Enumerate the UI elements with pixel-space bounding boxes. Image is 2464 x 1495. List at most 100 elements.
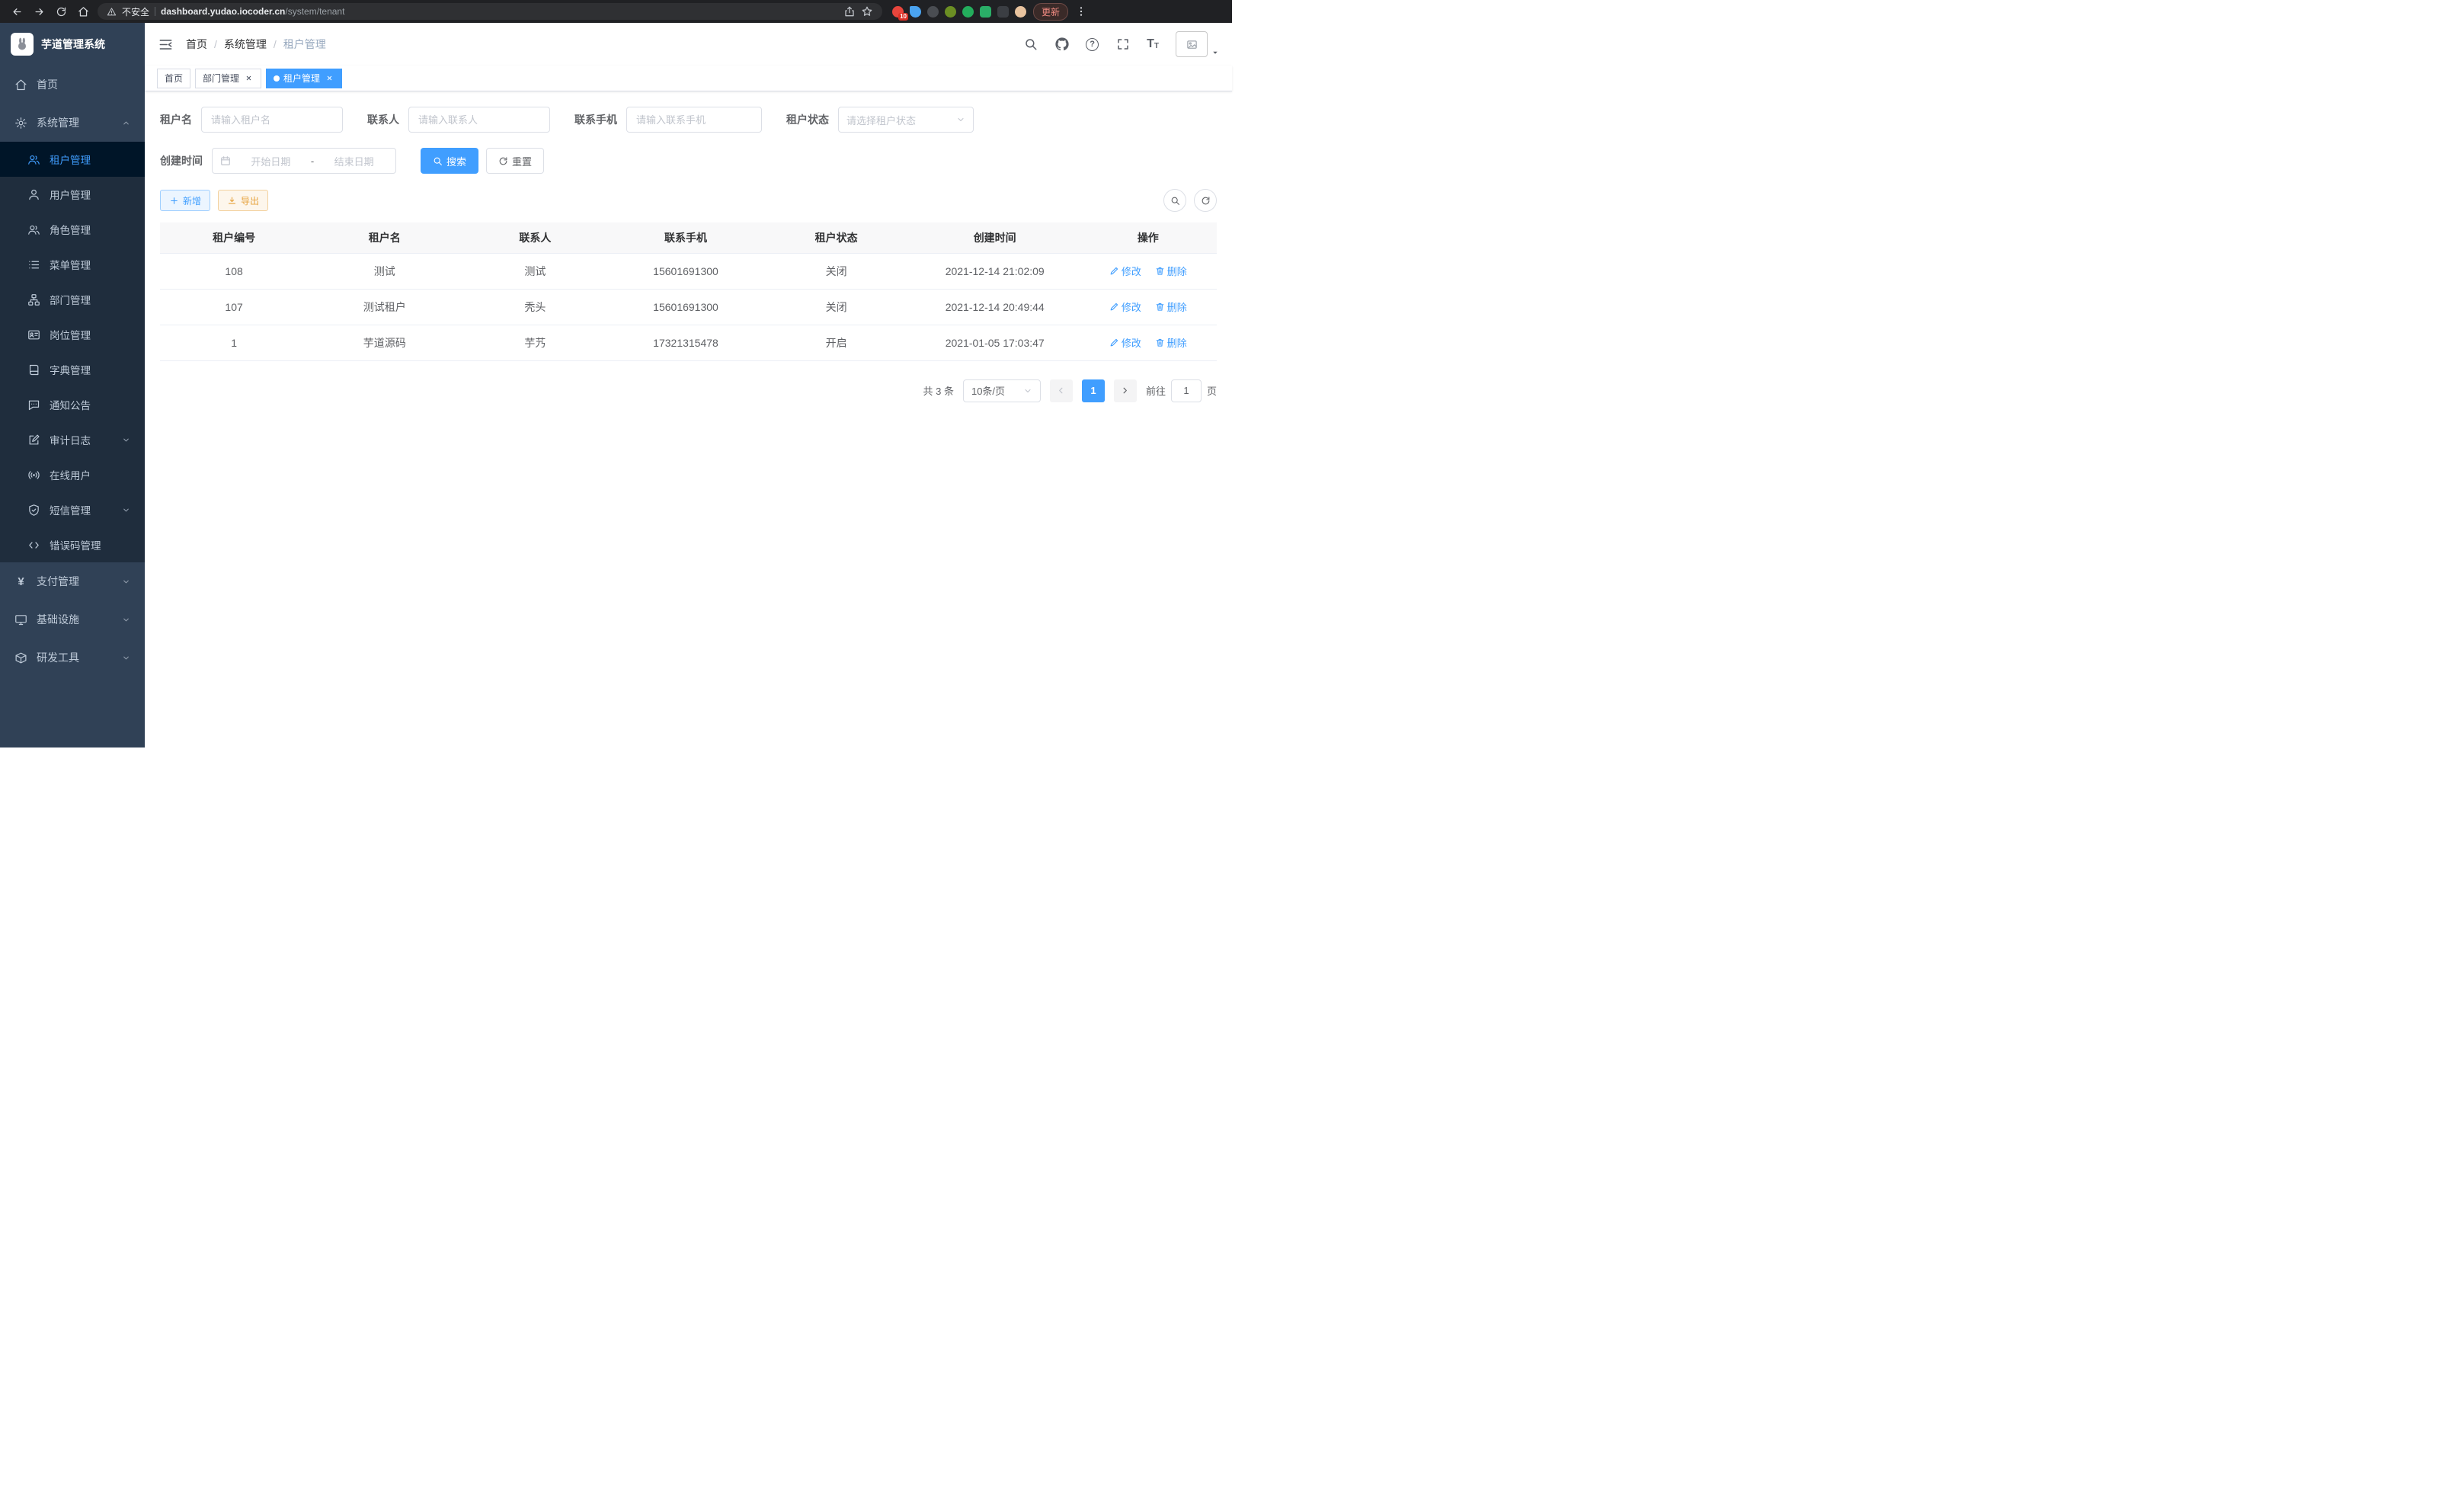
breadcrumb-current: 租户管理 bbox=[283, 37, 326, 52]
chrome-update-button[interactable]: 更新 bbox=[1033, 3, 1068, 21]
delete-link[interactable]: 删除 bbox=[1155, 299, 1187, 314]
page-number-1[interactable]: 1 bbox=[1082, 379, 1105, 402]
sidebar-item-dept[interactable]: 部门管理 bbox=[0, 282, 145, 317]
font-size-icon[interactable]: TT bbox=[1147, 38, 1159, 50]
extension-icon-1[interactable]: 10 bbox=[892, 6, 904, 18]
calendar-icon bbox=[220, 155, 231, 166]
sidebar-item-auditlog[interactable]: 审计日志 bbox=[0, 422, 145, 457]
extensions-cluster: 10 bbox=[892, 6, 1026, 18]
menu-fold-icon bbox=[158, 37, 173, 52]
delete-link[interactable]: 删除 bbox=[1155, 335, 1187, 350]
prev-page-button[interactable] bbox=[1050, 379, 1073, 402]
tenant-name-input[interactable] bbox=[201, 107, 343, 133]
github-icon[interactable] bbox=[1054, 37, 1069, 52]
code-icon bbox=[27, 539, 40, 552]
add-button[interactable]: 新增 bbox=[160, 190, 210, 211]
sidebar-item-system[interactable]: 系统管理 bbox=[0, 104, 145, 142]
profile-avatar-icon[interactable] bbox=[1015, 6, 1026, 18]
extension-icon-6[interactable] bbox=[980, 6, 991, 18]
sidebar-toggle-button[interactable] bbox=[157, 36, 174, 53]
sidebar-item-errorcode[interactable]: 错误码管理 bbox=[0, 527, 145, 562]
contact-input[interactable] bbox=[408, 107, 550, 133]
extension-icon-4[interactable] bbox=[945, 6, 956, 18]
app-logo[interactable]: 芋道管理系统 bbox=[0, 23, 145, 66]
sidebar-item-tenant[interactable]: 租户管理 bbox=[0, 142, 145, 177]
edit-link[interactable]: 修改 bbox=[1109, 264, 1141, 278]
col-status: 租户状态 bbox=[763, 222, 910, 253]
browser-reload-icon[interactable] bbox=[53, 4, 69, 19]
status-text: 关闭 bbox=[763, 289, 910, 325]
col-name: 租户名 bbox=[308, 222, 461, 253]
active-dot bbox=[274, 75, 280, 82]
date-range-picker[interactable]: 开始日期 - 结束日期 bbox=[212, 148, 396, 174]
refresh-table-button[interactable] bbox=[1194, 189, 1217, 212]
search-icon bbox=[1170, 196, 1180, 206]
fullscreen-icon[interactable] bbox=[1115, 37, 1130, 52]
next-page-button[interactable] bbox=[1114, 379, 1137, 402]
browser-home-icon[interactable] bbox=[75, 4, 91, 19]
sidebar-item-devtool[interactable]: 研发工具 bbox=[0, 639, 145, 677]
breadcrumb-system[interactable]: 系统管理 bbox=[224, 37, 267, 52]
infra-monitor-icon bbox=[14, 613, 27, 626]
extension-puzzle-icon[interactable] bbox=[997, 6, 1009, 18]
edit-link[interactable]: 修改 bbox=[1109, 335, 1141, 350]
tag-tenant[interactable]: 租户管理 bbox=[266, 69, 342, 88]
sidebar-item-role[interactable]: 角色管理 bbox=[0, 212, 145, 247]
edit-link[interactable]: 修改 bbox=[1109, 299, 1141, 314]
user-avatar bbox=[1176, 31, 1208, 57]
sidebar-item-infra[interactable]: 基础设施 bbox=[0, 600, 145, 639]
gear-icon bbox=[14, 117, 27, 130]
sidebar-item-home[interactable]: 首页 bbox=[0, 66, 145, 104]
browser-forward-icon[interactable] bbox=[31, 4, 46, 19]
chevron-down-icon bbox=[122, 506, 130, 514]
toggle-search-button[interactable] bbox=[1163, 189, 1186, 212]
header-search-icon[interactable] bbox=[1023, 37, 1038, 52]
browser-back-icon[interactable] bbox=[9, 4, 24, 19]
sidebar-item-user[interactable]: 用户管理 bbox=[0, 177, 145, 212]
search-button[interactable]: 搜索 bbox=[421, 148, 478, 174]
breadcrumb-home[interactable]: 首页 bbox=[186, 37, 207, 52]
sidebar-item-dict[interactable]: 字典管理 bbox=[0, 352, 145, 387]
address-bar[interactable]: 不安全 dashboard.yudao.iocoder.cn/system/te… bbox=[98, 3, 882, 20]
filter-status: 租户状态 请选择租户状态 bbox=[786, 107, 974, 133]
sidebar-item-menu[interactable]: 菜单管理 bbox=[0, 247, 145, 282]
filter-contact: 联系人 bbox=[367, 107, 550, 133]
dept-tree-icon bbox=[27, 293, 40, 306]
extension-icon-5[interactable] bbox=[962, 6, 974, 18]
filter-tenant-name: 租户名 bbox=[160, 107, 343, 133]
page-size-select[interactable]: 10条/页 bbox=[963, 379, 1041, 402]
status-select[interactable]: 请选择租户状态 bbox=[838, 107, 974, 133]
sidebar-item-sms[interactable]: 短信管理 bbox=[0, 492, 145, 527]
phone-input[interactable] bbox=[626, 107, 762, 133]
help-question-icon[interactable]: ? bbox=[1086, 38, 1099, 51]
sidebar-item-post[interactable]: 岗位管理 bbox=[0, 317, 145, 352]
extension-icon-3[interactable] bbox=[927, 6, 939, 18]
user-menu[interactable] bbox=[1176, 31, 1220, 57]
tag-dept[interactable]: 部门管理 bbox=[195, 69, 261, 88]
share-icon[interactable] bbox=[843, 5, 856, 18]
sidebar-item-notice[interactable]: 通知公告 bbox=[0, 387, 145, 422]
browser-menu-icon[interactable] bbox=[1075, 5, 1087, 18]
export-button[interactable]: 导出 bbox=[218, 190, 268, 211]
sidebar-item-pay[interactable]: ¥ 支付管理 bbox=[0, 562, 145, 600]
search-icon bbox=[433, 156, 443, 166]
filter-row-2: 创建时间 开始日期 - 结束日期 搜索 重置 bbox=[160, 148, 1217, 174]
logo-image bbox=[11, 33, 34, 56]
main-area: 首页 / 系统管理 / 租户管理 ? TT 首页 bbox=[145, 23, 1232, 748]
goto-page-input[interactable] bbox=[1171, 379, 1202, 402]
extension-icon-2[interactable] bbox=[910, 6, 921, 18]
tag-home[interactable]: 首页 bbox=[157, 69, 190, 88]
delete-link[interactable]: 删除 bbox=[1155, 264, 1187, 278]
table-row: 1 芋道源码 芋艿 17321315478 开启 2021-01-05 17:0… bbox=[160, 325, 1217, 360]
sidebar-item-online[interactable]: 在线用户 bbox=[0, 457, 145, 492]
close-icon[interactable] bbox=[324, 73, 334, 84]
bookmark-star-icon[interactable] bbox=[861, 5, 873, 18]
page-content: 租户名 联系人 联系手机 租户状态 请选择租户状态 bbox=[145, 91, 1232, 748]
top-header: 首页 / 系统管理 / 租户管理 ? TT bbox=[145, 23, 1232, 66]
not-secure-warning-icon bbox=[107, 7, 117, 17]
app-frame: 芋道管理系统 首页 系统管理 租户管理 用户管理 角色管理 bbox=[0, 23, 1232, 748]
close-icon[interactable] bbox=[243, 73, 254, 84]
col-created: 创建时间 bbox=[910, 222, 1080, 253]
reset-button[interactable]: 重置 bbox=[486, 148, 544, 174]
status-text: 开启 bbox=[763, 325, 910, 360]
